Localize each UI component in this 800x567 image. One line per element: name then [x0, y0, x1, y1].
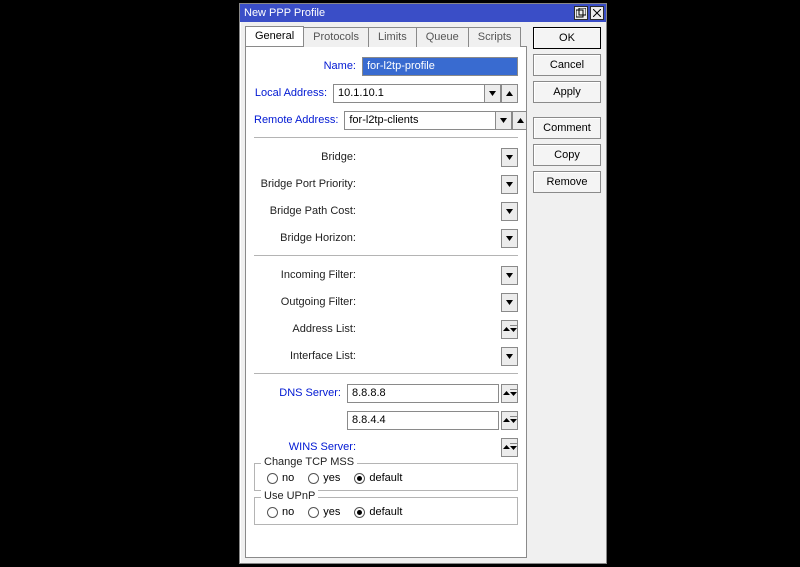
expand-button[interactable] — [501, 293, 518, 312]
row-address-list: Address List: — [254, 318, 518, 340]
viewport: New PPP Profile General Protocols Limits… — [0, 0, 800, 567]
label-bridge-port-priority: Bridge Port Priority: — [254, 178, 362, 190]
expand-button[interactable] — [501, 175, 518, 194]
label-bridge-path-cost: Bridge Path Cost: — [254, 205, 362, 217]
left-column: General Protocols Limits Queue Scripts N… — [245, 26, 527, 558]
titlebar: New PPP Profile — [240, 4, 606, 22]
remove-button[interactable]: Remove — [533, 171, 601, 193]
remote-address-input[interactable] — [344, 111, 495, 130]
label-address-list: Address List: — [254, 323, 362, 335]
label-interface-list: Interface List: — [254, 350, 362, 362]
close-button[interactable] — [590, 6, 604, 20]
row-incoming-filter: Incoming Filter: — [254, 264, 518, 286]
row-outgoing-filter: Outgoing Filter: — [254, 291, 518, 313]
tabstrip: General Protocols Limits Queue Scripts — [245, 26, 527, 46]
row-remote-address: Remote Address: — [254, 109, 518, 131]
legend-use-upnp: Use UPnP — [261, 490, 318, 502]
dns1-input[interactable] — [347, 384, 499, 403]
label-remote-address: Remote Address: — [254, 114, 344, 126]
collapse-button[interactable] — [512, 111, 527, 130]
radio-tcp-mss-no[interactable]: no — [267, 472, 294, 484]
local-address-combo[interactable] — [333, 84, 501, 103]
tab-queue[interactable]: Queue — [416, 27, 469, 47]
expand-button[interactable] — [501, 202, 518, 221]
radios-use-upnp: no yes default — [267, 504, 511, 518]
expand-button[interactable] — [501, 347, 518, 366]
label-bridge: Bridge: — [254, 151, 362, 163]
cancel-button[interactable]: Cancel — [533, 54, 601, 76]
ok-button[interactable]: OK — [533, 27, 601, 49]
stepper-button[interactable] — [501, 384, 518, 403]
radio-upnp-no[interactable]: no — [267, 506, 294, 518]
row-wins-server: WINS Server: — [254, 436, 518, 458]
row-name: Name: — [254, 55, 518, 77]
window-title: New PPP Profile — [244, 4, 325, 22]
label-name: Name: — [254, 60, 362, 72]
label-incoming-filter: Incoming Filter: — [254, 269, 362, 281]
expand-button[interactable] — [501, 229, 518, 248]
label-outgoing-filter: Outgoing Filter: — [254, 296, 362, 308]
row-dns-server-1: DNS Server: — [254, 382, 518, 404]
apply-button[interactable]: Apply — [533, 81, 601, 103]
dns2-input[interactable] — [347, 411, 499, 430]
copy-button[interactable]: Copy — [533, 144, 601, 166]
radio-tcp-mss-yes[interactable]: yes — [308, 472, 340, 484]
right-column: OK Cancel Apply Comment Copy Remove — [533, 26, 601, 558]
row-dns-server-2 — [254, 409, 518, 431]
tab-limits[interactable]: Limits — [368, 27, 417, 47]
row-bridge-horizon: Bridge Horizon: — [254, 227, 518, 249]
local-address-input[interactable] — [333, 84, 484, 103]
content: General Protocols Limits Queue Scripts N… — [240, 22, 606, 563]
remote-address-combo[interactable] — [344, 111, 512, 130]
stepper-button[interactable] — [501, 438, 518, 457]
group-change-tcp-mss: Change TCP MSS no yes default — [254, 463, 518, 491]
tab-scripts[interactable]: Scripts — [468, 27, 522, 47]
comment-button[interactable]: Comment — [533, 117, 601, 139]
label-wins-server: WINS Server: — [254, 441, 362, 453]
label-dns-server: DNS Server: — [254, 387, 347, 399]
row-bridge: Bridge: — [254, 146, 518, 168]
row-bridge-path-cost: Bridge Path Cost: — [254, 200, 518, 222]
radio-tcp-mss-default[interactable]: default — [354, 472, 402, 484]
titlebar-buttons — [574, 6, 604, 20]
radio-upnp-yes[interactable]: yes — [308, 506, 340, 518]
radios-change-tcp-mss: no yes default — [267, 470, 511, 484]
tab-protocols[interactable]: Protocols — [303, 27, 369, 47]
collapse-button[interactable] — [501, 84, 518, 103]
row-local-address: Local Address: — [254, 82, 518, 104]
row-interface-list: Interface List: — [254, 345, 518, 367]
expand-button[interactable] — [501, 148, 518, 167]
tab-general[interactable]: General — [245, 26, 304, 46]
expand-button[interactable] — [501, 266, 518, 285]
group-use-upnp: Use UPnP no yes default — [254, 497, 518, 525]
label-local-address: Local Address: — [254, 87, 333, 99]
window: New PPP Profile General Protocols Limits… — [239, 3, 607, 564]
label-bridge-horizon: Bridge Horizon: — [254, 232, 362, 244]
separator — [254, 255, 518, 256]
separator — [254, 373, 518, 374]
radio-upnp-default[interactable]: default — [354, 506, 402, 518]
stepper-button[interactable] — [501, 320, 518, 339]
name-input[interactable] — [362, 57, 518, 76]
tabpanel-general: Name: Local Address: — [245, 46, 527, 558]
minimize-restore-button[interactable] — [574, 6, 588, 20]
row-bridge-port-priority: Bridge Port Priority: — [254, 173, 518, 195]
stepper-button[interactable] — [501, 411, 518, 430]
separator — [254, 137, 518, 138]
dropdown-button[interactable] — [484, 84, 501, 103]
legend-change-tcp-mss: Change TCP MSS — [261, 456, 357, 468]
dropdown-button[interactable] — [495, 111, 512, 130]
